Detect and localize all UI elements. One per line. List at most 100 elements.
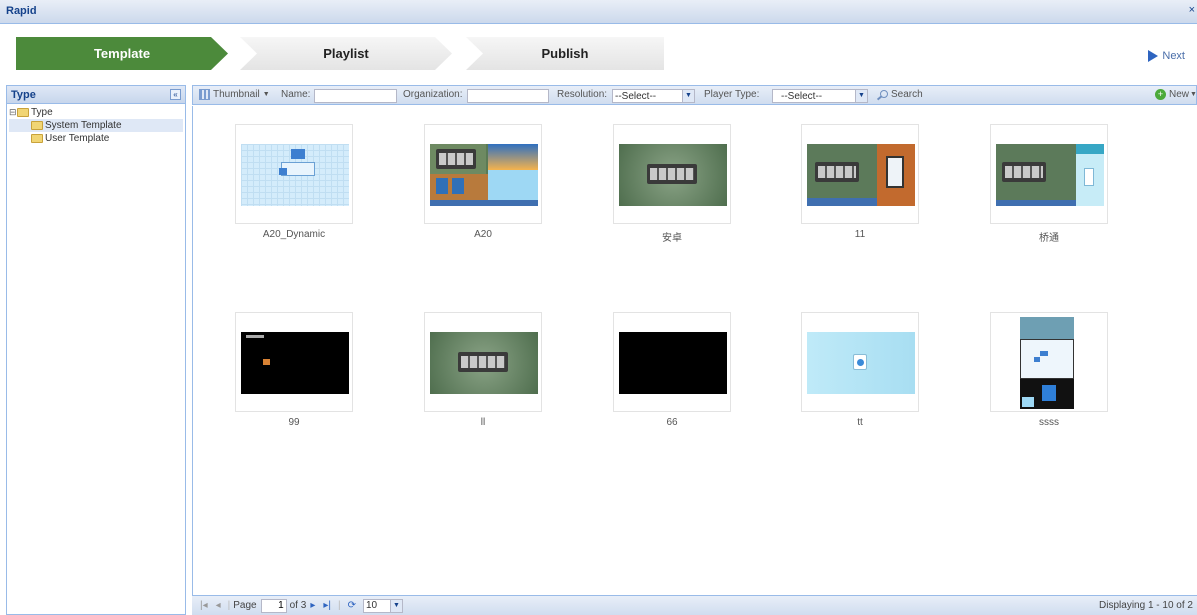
tree-node-label: User Template [45,133,110,144]
template-name: 66 [666,417,678,428]
last-page-icon[interactable]: ▸| [323,600,331,611]
page-of-label: of 3 [289,600,307,611]
next-button-label: Next [1162,50,1185,62]
page-label: Page [233,600,257,611]
template-thumbnail[interactable] [801,124,919,224]
tree-node-root[interactable]: ⊟ Type [9,106,183,119]
step-publish[interactable]: Publish [466,37,664,70]
resolution-select[interactable]: --Select-- ▼ [612,89,695,103]
template-preview-image [619,332,727,394]
first-page-icon[interactable]: |◂ [200,600,208,611]
template-card[interactable]: 桥通 [990,124,1108,244]
folder-icon [31,121,43,130]
template-thumbnail[interactable] [990,312,1108,412]
template-name: 桥通 [1039,233,1059,244]
template-card[interactable]: tt [801,312,919,428]
next-button[interactable]: Next [1148,50,1185,62]
name-input[interactable] [314,89,397,103]
step-template[interactable]: Template [16,37,228,70]
template-card[interactable]: 安卓 [613,124,731,244]
template-grid: A20_Dynamic A20 安卓 11 桥通 99 ll 66 tt sss… [192,106,1197,595]
template-name: 安卓 [662,233,682,244]
organization-label: Organization: [403,89,463,100]
add-icon: + [1155,89,1166,100]
template-thumbnail[interactable] [801,312,919,412]
template-preview-image [241,332,349,394]
collapse-icon[interactable]: « [170,89,181,100]
page-size-value: 10 [365,600,378,611]
template-card[interactable]: A20_Dynamic [235,124,353,240]
template-card[interactable]: ll [424,312,542,428]
template-name: A20 [474,229,492,240]
search-button[interactable]: Search [876,89,923,100]
refresh-icon[interactable]: ⟳ [348,600,356,611]
template-thumbnail[interactable] [990,124,1108,224]
tree-node-user-template[interactable]: User Template [9,132,183,145]
template-thumbnail[interactable] [424,312,542,412]
new-button[interactable]: + New ▼ [1155,89,1197,100]
tree-node-label: Type [31,107,53,118]
player-type-select[interactable]: --Select-- ▼ [772,89,868,103]
template-name: ssss [1039,417,1059,428]
arrow-right-icon [1148,50,1159,62]
type-panel: Type « ⊟ Type System Template User Templ… [6,85,186,615]
page-number-input[interactable] [260,598,287,613]
next-page-icon[interactable]: ▸ [310,600,315,611]
template-name: A20_Dynamic [262,229,326,240]
window-titlebar: Rapid × [0,0,1197,24]
template-preview-image [619,144,727,206]
template-preview-image [1020,317,1074,409]
close-icon[interactable]: × [1189,4,1195,16]
template-card[interactable]: ssss [990,312,1108,428]
step-playlist[interactable]: Playlist [240,37,452,70]
chevron-down-icon[interactable]: ▼ [682,90,694,102]
paging-toolbar: |◂ ◂ | Page of 3 ▸ ▸| | ⟳ 10 ▼ Displayin… [192,595,1197,615]
wizard-steps: Template Playlist Publish Next [0,24,1197,76]
folder-icon [31,134,43,143]
template-thumbnail[interactable] [424,124,542,224]
organization-input[interactable] [467,89,549,103]
display-count: Displaying 1 - 10 of 2 [1099,600,1193,611]
resolution-label: Resolution: [557,89,608,100]
view-mode-button[interactable]: Thumbnail ▼ [199,89,270,100]
page-size-select[interactable]: 10 ▼ [362,598,403,613]
prev-page-icon[interactable]: ◂ [216,600,221,611]
window-title: Rapid [6,5,37,17]
template-card[interactable]: 66 [613,312,731,428]
type-panel-title: Type [11,89,36,101]
template-thumbnail[interactable] [235,124,353,224]
template-preview-image [430,332,538,394]
tree-node-system-template[interactable]: System Template [9,119,183,132]
tree-node-label: System Template [45,120,122,131]
template-card[interactable]: 99 [235,312,353,428]
chevron-down-icon[interactable]: ▼ [389,599,402,612]
template-thumbnail[interactable] [235,312,353,412]
filter-toolbar: Thumbnail ▼ Name: Organization: Resoluti… [192,85,1197,105]
tree-expand-icon[interactable]: ⊟ [9,107,17,118]
chevron-down-icon: ▼ [262,91,270,98]
template-preview-image [807,332,915,394]
player-type-select-value: --Select-- [781,90,823,102]
search-button-label: Search [891,89,923,100]
thumbnail-view-icon [199,89,210,100]
template-name: tt [857,417,863,428]
template-name: 11 [854,229,866,240]
template-card[interactable]: A20 [424,124,542,240]
type-panel-header: Type « [7,86,185,104]
template-preview-image [241,144,349,206]
template-name: ll [480,417,486,428]
new-button-label: New [1169,89,1190,100]
template-preview-image [430,144,538,206]
template-preview-image [996,144,1104,206]
folder-icon [17,108,29,117]
resolution-select-value: --Select-- [615,90,657,102]
chevron-down-icon[interactable]: ▼ [855,90,867,102]
template-preview-image [807,144,915,206]
template-thumbnail[interactable] [613,124,731,224]
player-type-label: Player Type: [704,89,760,100]
template-card[interactable]: 11 [801,124,919,240]
name-label: Name: [281,89,311,100]
search-icon [876,89,888,100]
template-thumbnail[interactable] [613,312,731,412]
template-name: 99 [288,417,300,428]
